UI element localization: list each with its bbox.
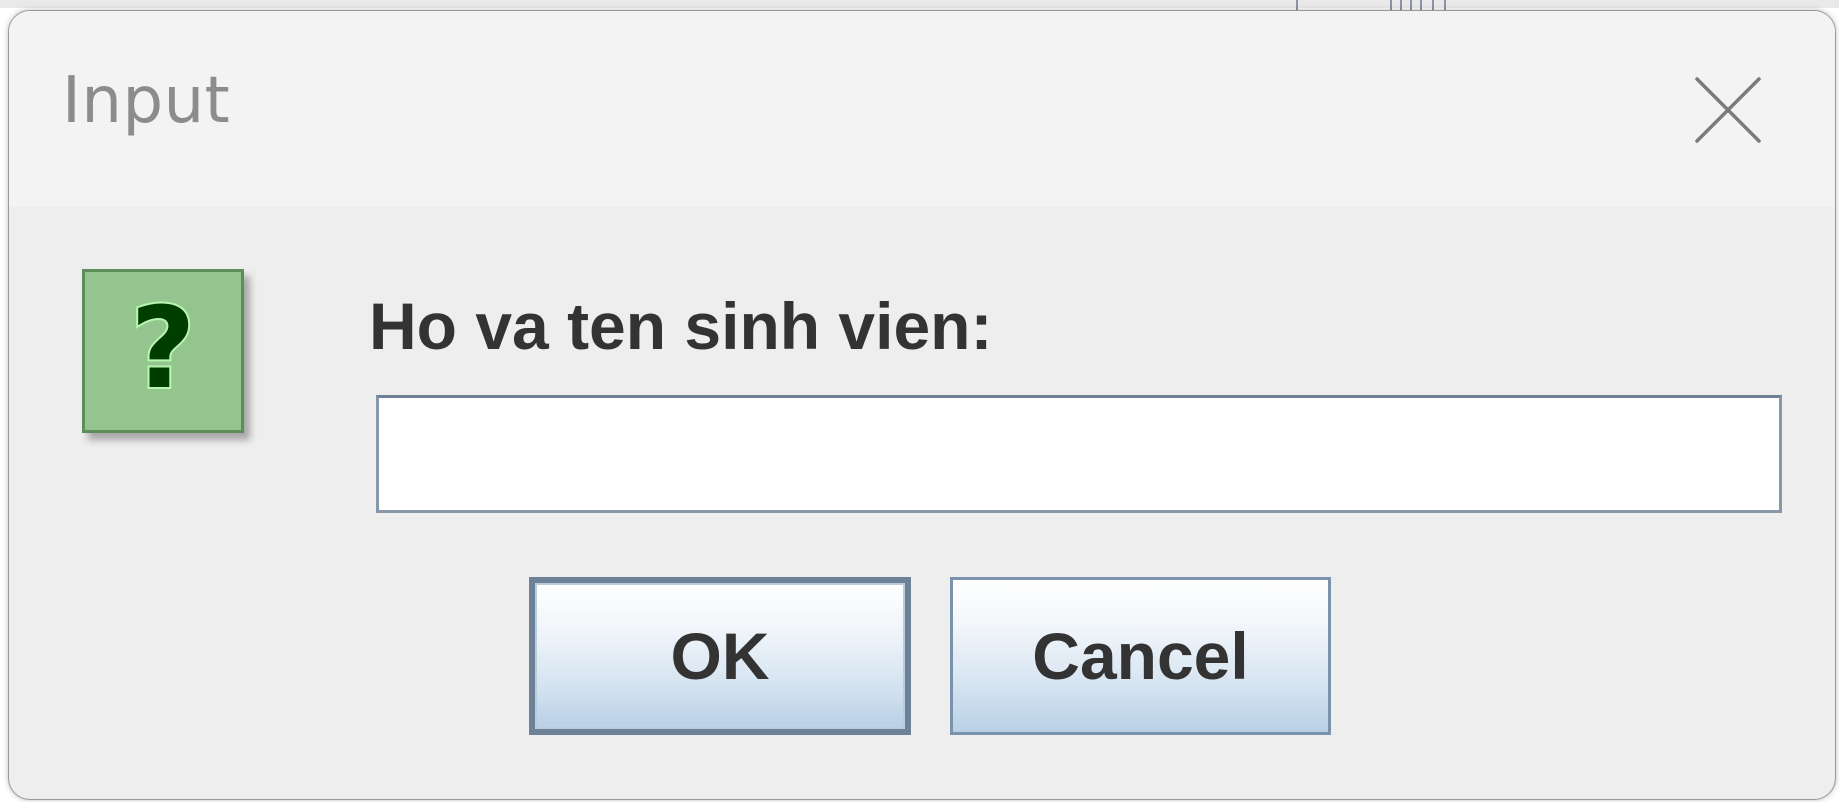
prompt-label: Ho va ten sinh vien: <box>369 289 993 363</box>
dialog-titlebar[interactable]: Input <box>9 11 1835 207</box>
close-button[interactable] <box>1689 71 1767 149</box>
cancel-button[interactable]: Cancel <box>950 577 1331 735</box>
ok-button[interactable]: OK <box>529 577 911 735</box>
question-mark-glyph: ? <box>129 284 198 414</box>
close-icon <box>1695 77 1761 143</box>
name-input[interactable] <box>376 395 1782 513</box>
cancel-button-label: Cancel <box>1032 619 1249 693</box>
input-dialog: Input ? Ho va ten sinh vien: OK Cancel <box>8 10 1836 800</box>
ok-button-label: OK <box>670 619 770 693</box>
background-window-edge <box>0 0 1839 8</box>
question-icon: ? <box>82 269 244 433</box>
dialog-title: Input <box>62 64 231 138</box>
